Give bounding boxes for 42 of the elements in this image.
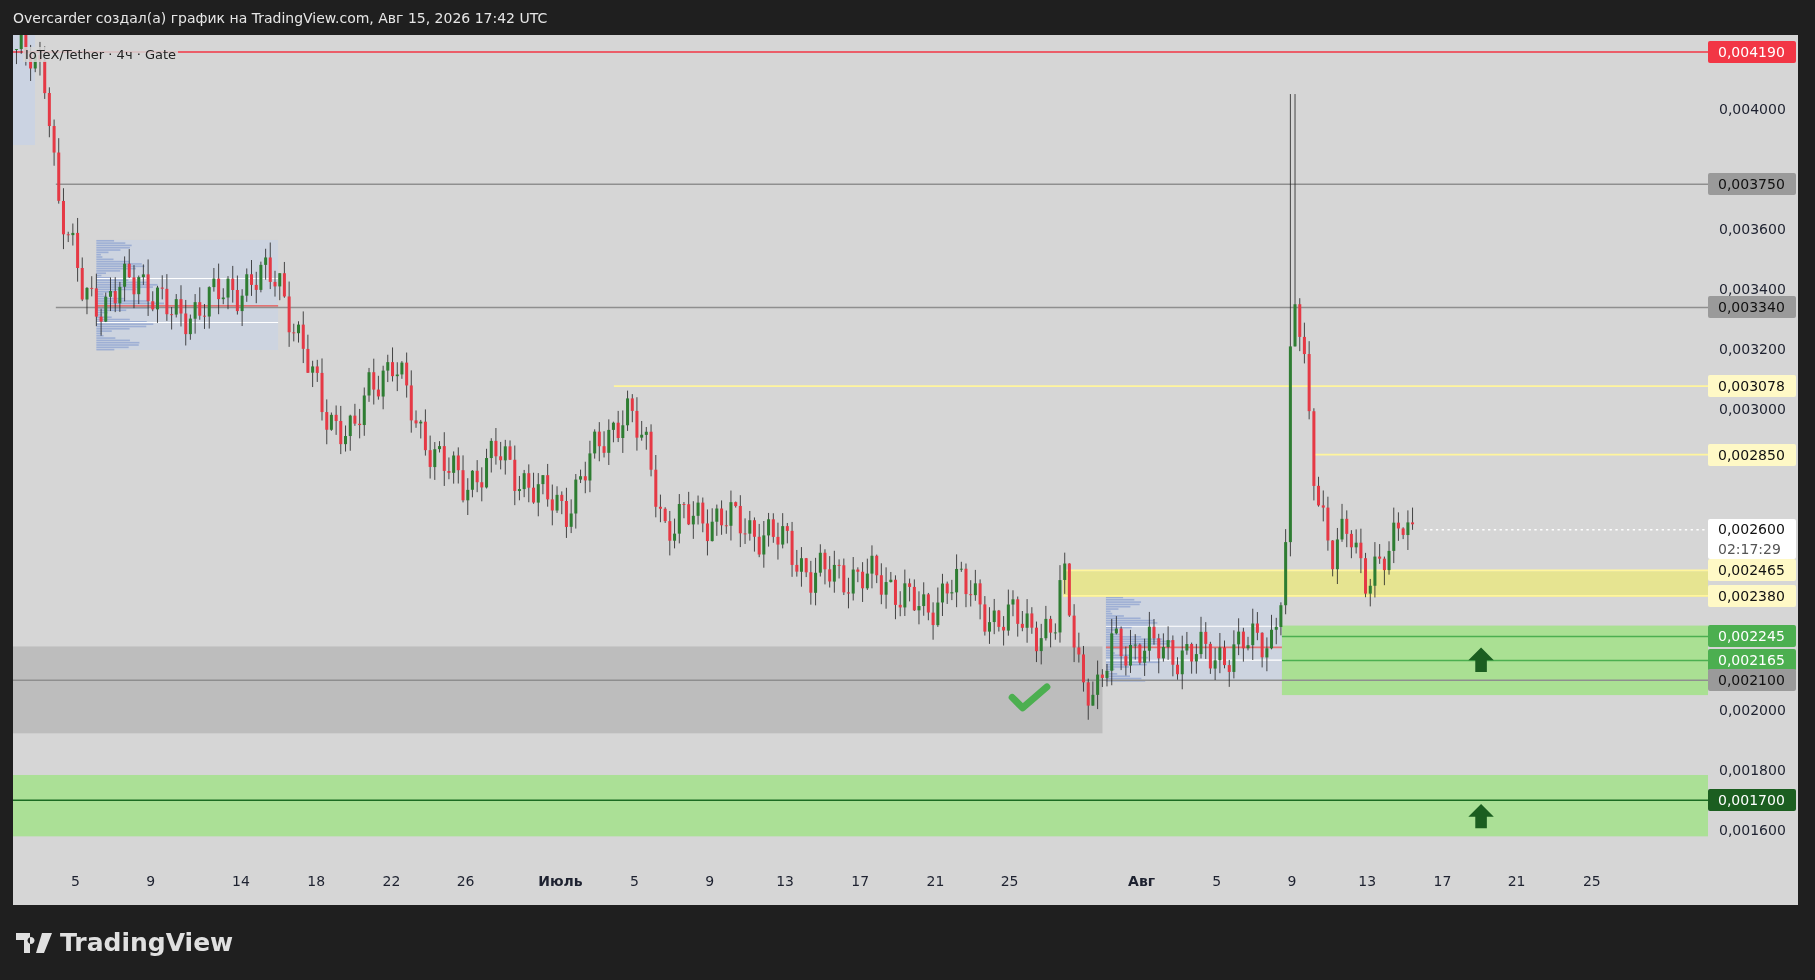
- time-tick-label: 21: [1507, 873, 1526, 889]
- price-label: 0,002850: [1708, 443, 1796, 466]
- time-tick-label: 25: [1582, 873, 1601, 889]
- time-tick-label: 13: [1358, 873, 1377, 889]
- brand-name: TradingView: [60, 928, 234, 957]
- price-label: 0,003750: [1708, 173, 1796, 196]
- price-tick-label: 0,002000: [1719, 700, 1786, 720]
- time-tick-label: 26: [456, 873, 475, 889]
- price-label: 0,002465: [1708, 559, 1796, 582]
- time-tick-label: 9: [146, 873, 156, 889]
- price-tick-label: 0,001600: [1719, 820, 1786, 840]
- current-price-label: 0,002600 02:17:29: [1708, 518, 1796, 559]
- price-label: 0,003340: [1708, 296, 1796, 319]
- price-label: 0,003078: [1708, 375, 1796, 397]
- time-tick-label: 14: [232, 873, 250, 889]
- time-tick-label: Авг: [1128, 873, 1156, 889]
- time-tick-label: 21: [926, 873, 945, 889]
- chart-caption: Overcarder создал(а) график на TradingView.com, Авг 15, 2026 17:42 UTC: [13, 9, 548, 26]
- price-label: 0,002380: [1708, 584, 1796, 607]
- time-tick-label: 5: [1212, 873, 1222, 889]
- price-label: 0,002245: [1708, 625, 1796, 648]
- time-tick-label: 5: [630, 873, 639, 889]
- price-tick-label: 0,001800: [1719, 760, 1786, 780]
- time-tick-label: Июль: [538, 873, 583, 889]
- time-tick-label: 25: [1000, 873, 1019, 889]
- time-tick-label: 18: [307, 873, 326, 889]
- price-tick-label: 0,003600: [1719, 220, 1786, 240]
- price-tick-label: 0,003000: [1719, 400, 1786, 420]
- price-label: 0,004190: [1708, 41, 1796, 63]
- time-tick-label: 13: [776, 873, 794, 889]
- price-label: 0,002100: [1708, 668, 1796, 691]
- price-label: 0,001700: [1708, 788, 1796, 811]
- price-tick-label: 0,004000: [1719, 100, 1786, 120]
- time-tick-label: 17: [851, 873, 870, 889]
- time-tick-label: 5: [71, 873, 80, 889]
- price-tick-label: 0,003200: [1719, 340, 1786, 360]
- price-label: 0,002165: [1708, 649, 1796, 672]
- time-tick-label: 17: [1433, 873, 1452, 889]
- time-tick-label: 22: [382, 873, 401, 889]
- time-tick-label: 9: [1287, 873, 1297, 889]
- symbol-legend: IoTeX/Tether · 4ч · Gate: [23, 47, 179, 62]
- time-tick-label: 9: [705, 873, 715, 889]
